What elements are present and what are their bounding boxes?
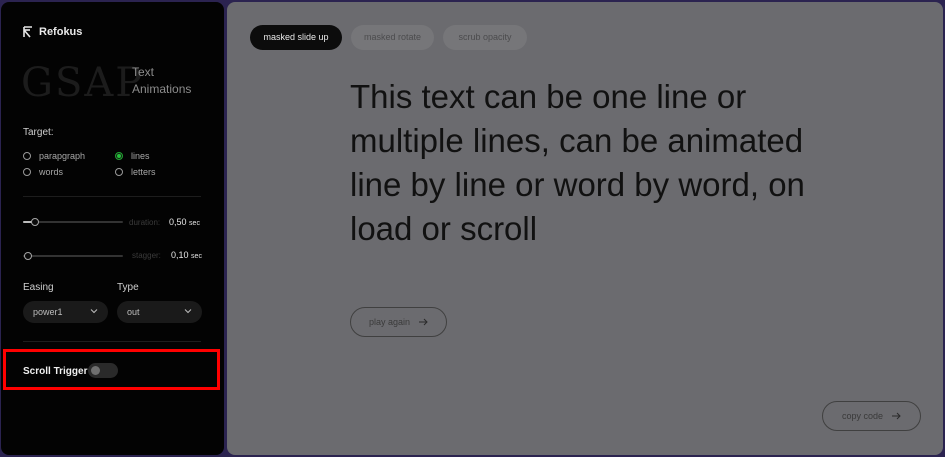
toggle-knob bbox=[91, 366, 100, 375]
play-again-button[interactable]: play again bbox=[350, 307, 447, 337]
target-option-paragraph[interactable]: parapgraph bbox=[23, 151, 85, 161]
play-again-label: play again bbox=[368, 317, 411, 327]
tab-scrub-opacity[interactable]: scrub opacity bbox=[443, 25, 527, 50]
duration-value: 0,50 sec bbox=[169, 217, 200, 227]
refokus-logo-icon bbox=[23, 26, 32, 38]
duration-label: duration: bbox=[129, 218, 161, 227]
target-option-label: parapgraph bbox=[39, 151, 86, 161]
easing-select[interactable]: power1 bbox=[23, 301, 108, 323]
type-select[interactable]: out bbox=[117, 301, 202, 323]
chevron-down-icon bbox=[184, 309, 192, 314]
target-label: Target: bbox=[23, 127, 54, 138]
target-option-letters[interactable]: letters bbox=[115, 167, 156, 177]
radio-icon[interactable] bbox=[115, 168, 123, 176]
stagger-label: stagger: bbox=[132, 251, 161, 260]
type-select-value: out bbox=[127, 307, 140, 317]
type-label: Type bbox=[117, 282, 139, 293]
copy-code-button[interactable]: copy code bbox=[822, 401, 921, 431]
tab-masked-slide-up[interactable]: masked slide up bbox=[250, 25, 342, 50]
radio-icon[interactable] bbox=[23, 168, 31, 176]
demo-headline: This text can be one line or multiple li… bbox=[350, 78, 805, 247]
tab-masked-rotate[interactable]: masked rotate bbox=[351, 25, 434, 50]
duration-slider[interactable] bbox=[23, 218, 123, 226]
stagger-slider-handle[interactable] bbox=[24, 252, 32, 260]
logo-subtitle: Text Animations bbox=[132, 65, 192, 96]
arrow-right-icon bbox=[892, 412, 901, 420]
stagger-slider[interactable] bbox=[23, 252, 123, 260]
gsap-logo-text: GSAP bbox=[21, 60, 145, 106]
target-option-words[interactable]: words bbox=[23, 167, 63, 177]
app-frame: Refokus GSAP Text Animations Target: par… bbox=[0, 0, 945, 457]
brand-name: Refokus bbox=[39, 26, 83, 38]
chevron-down-icon bbox=[90, 309, 98, 314]
radio-icon[interactable] bbox=[23, 152, 31, 160]
divider bbox=[23, 341, 201, 342]
radio-checked-icon[interactable] bbox=[115, 152, 123, 160]
duration-slider-handle[interactable] bbox=[31, 218, 39, 226]
scroll-trigger-toggle[interactable] bbox=[88, 363, 118, 378]
scroll-trigger-label: Scroll Trigger bbox=[23, 366, 88, 377]
target-option-label: words bbox=[39, 167, 64, 177]
target-option-label: lines bbox=[131, 151, 150, 161]
easing-select-value: power1 bbox=[33, 307, 63, 317]
easing-label: Easing bbox=[23, 282, 54, 293]
copy-code-label: copy code bbox=[841, 411, 884, 421]
stagger-value: 0,10 sec bbox=[171, 250, 202, 260]
brand[interactable]: Refokus bbox=[23, 26, 82, 38]
arrow-right-icon bbox=[419, 318, 428, 326]
divider bbox=[23, 196, 201, 197]
target-option-label: letters bbox=[131, 167, 156, 177]
preview-panel: masked slide up masked rotate scrub opac… bbox=[227, 2, 943, 455]
target-option-lines[interactable]: lines bbox=[115, 151, 150, 161]
